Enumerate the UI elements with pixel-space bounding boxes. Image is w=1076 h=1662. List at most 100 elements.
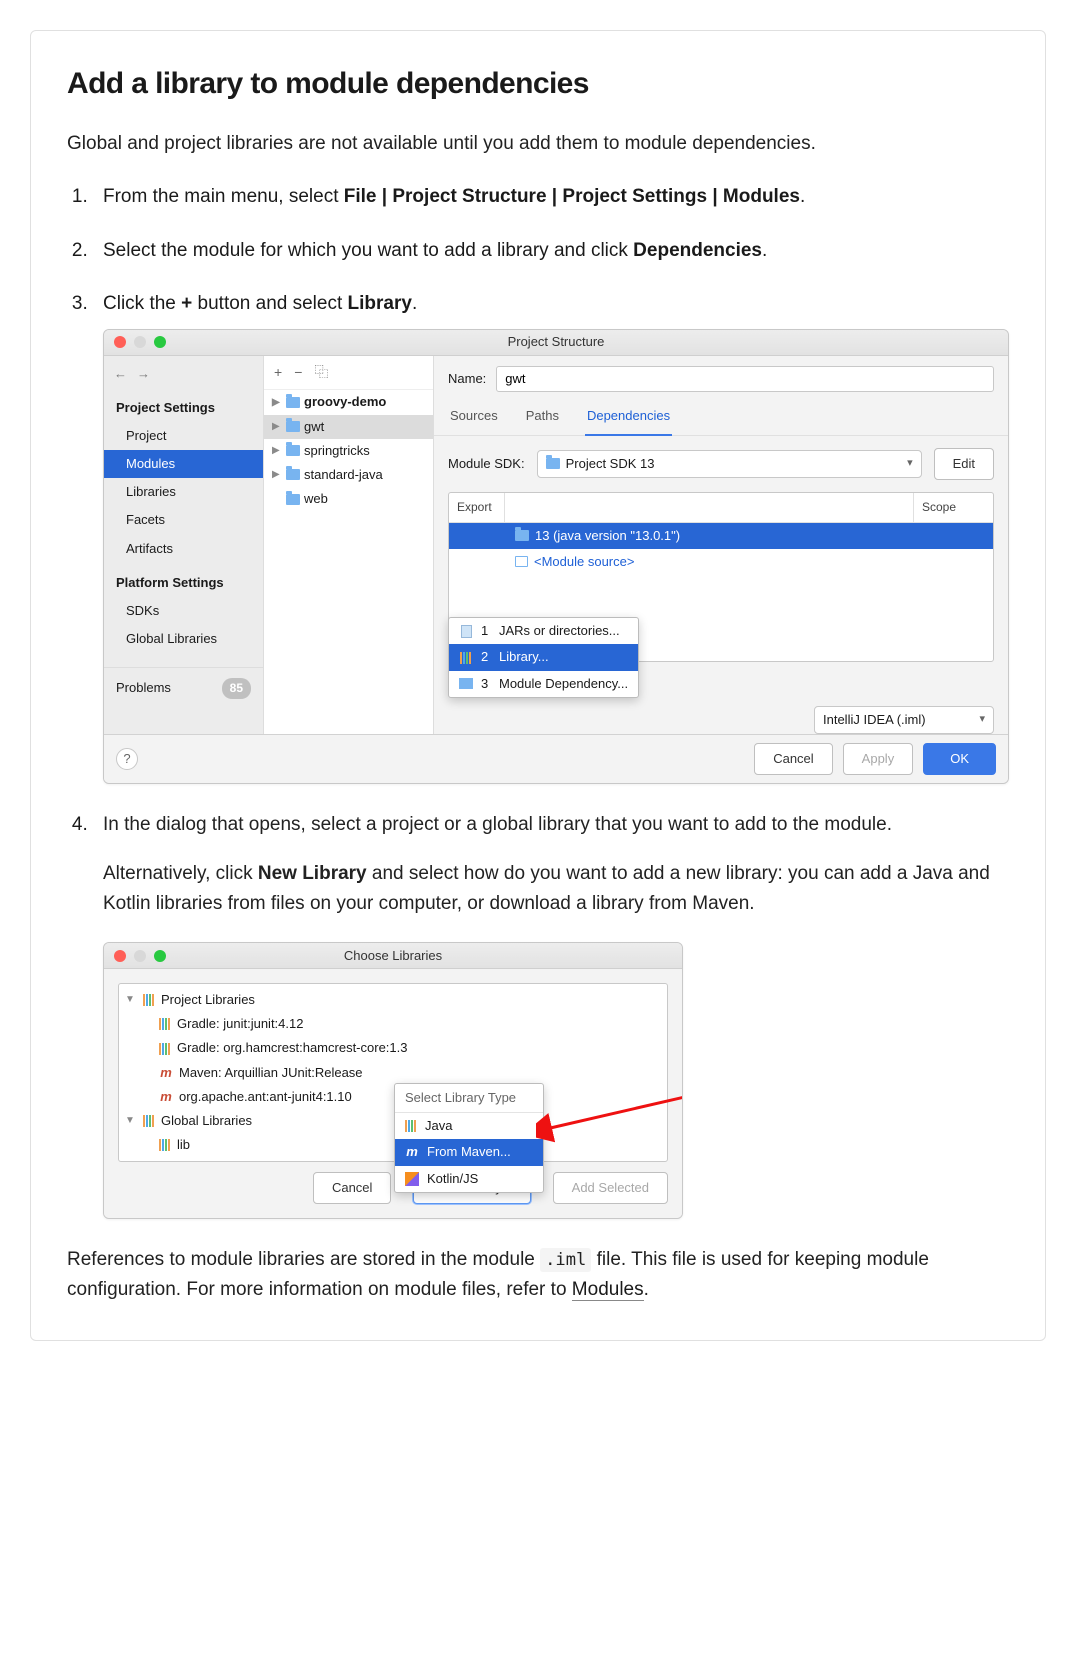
titlebar: Project Structure [104, 330, 1008, 356]
closing-a: References to module libraries are store… [67, 1249, 540, 1270]
module-springtricks[interactable]: ▶ springtricks [264, 439, 433, 463]
zoom-icon[interactable] [154, 336, 166, 348]
forward-icon[interactable]: → [137, 364, 150, 384]
library-icon [159, 1139, 171, 1151]
library-group-icon [143, 1115, 155, 1127]
expand-icon[interactable]: ▶ [272, 443, 282, 459]
zoom-icon[interactable] [154, 950, 166, 962]
sdk-value: Project SDK 13 [566, 454, 655, 474]
group-global-libraries[interactable]: ▼ Global Libraries [119, 1109, 667, 1133]
ok-button[interactable]: OK [923, 743, 996, 775]
modules-link[interactable]: Modules [572, 1279, 644, 1301]
nav-item-problems[interactable]: Problems 85 [104, 667, 263, 709]
module-gwt[interactable]: ▶ gwt [264, 415, 433, 439]
nav-item-libraries[interactable]: Libraries [104, 478, 263, 506]
expand-icon[interactable]: ▶ [272, 467, 282, 483]
nav-item-global-libraries[interactable]: Global Libraries [104, 625, 263, 653]
type-from-maven[interactable]: m From Maven... [395, 1139, 543, 1165]
module-icon [286, 494, 300, 505]
nav-item-facets[interactable]: Facets [104, 506, 263, 534]
module-groovy-demo[interactable]: ▶ groovy-demo [264, 390, 433, 414]
type-label: Kotlin/JS [427, 1169, 478, 1189]
popup-module-dep[interactable]: 3 Module Dependency... [449, 671, 638, 697]
close-icon[interactable] [114, 950, 126, 962]
collapse-icon[interactable]: ▼ [125, 992, 137, 1008]
close-icon[interactable] [114, 336, 126, 348]
tab-paths[interactable]: Paths [524, 400, 561, 435]
popup-jars[interactable]: 1 JARs or directories... [449, 618, 638, 644]
step-4: In the dialog that opens, select a proje… [93, 810, 1009, 1219]
type-kotlin-js[interactable]: Kotlin/JS [395, 1166, 543, 1192]
expand-icon[interactable]: ▶ [272, 395, 282, 411]
module-label: web [304, 489, 328, 509]
storage-format-select[interactable]: IntelliJ IDEA (.iml) [814, 706, 994, 734]
tab-sources[interactable]: Sources [448, 400, 500, 435]
nav-item-sdks[interactable]: SDKs [104, 597, 263, 625]
minimize-icon[interactable] [134, 336, 146, 348]
nav-item-project[interactable]: Project [104, 422, 263, 450]
step-1-prefix: From the main menu, select [103, 186, 344, 207]
cancel-button[interactable]: Cancel [754, 743, 832, 775]
nav-item-modules[interactable]: Modules [104, 450, 263, 478]
collapse-icon[interactable]: ▼ [125, 1113, 137, 1129]
group-project-libraries[interactable]: ▼ Project Libraries [119, 988, 667, 1012]
steps-list: From the main menu, select File | Projec… [67, 182, 1009, 1219]
nav-item-artifacts[interactable]: Artifacts [104, 535, 263, 563]
remove-module-icon[interactable]: − [294, 362, 302, 384]
sdk-select[interactable]: Project SDK 13 [537, 450, 922, 478]
closing-paragraph: References to module libraries are store… [67, 1245, 1009, 1304]
lib-global-lib[interactable]: lib [119, 1133, 667, 1157]
minimize-icon[interactable] [134, 950, 146, 962]
type-java[interactable]: Java [395, 1113, 543, 1139]
format-value: IntelliJ IDEA (.iml) [823, 710, 926, 730]
step-4-line2: Alternatively, click New Library and sel… [103, 859, 1009, 918]
iml-code: .iml [540, 1248, 591, 1272]
library-group-icon [143, 994, 155, 1006]
popup-library[interactable]: 2 Library... [449, 644, 638, 670]
edit-sdk-button[interactable]: Edit [934, 448, 994, 480]
add-selected-button[interactable]: Add Selected [553, 1172, 668, 1204]
step-1: From the main menu, select File | Projec… [93, 182, 1009, 211]
step-4-line2-a: Alternatively, click [103, 863, 258, 884]
lib-ant-junit[interactable]: m org.apache.ant:ant-junit4:1.10 [119, 1085, 667, 1109]
group-label: Project Libraries [161, 990, 255, 1010]
dep-row-sdk[interactable]: 13 (java version "13.0.1") [449, 523, 993, 549]
problems-count-badge: 85 [222, 678, 251, 699]
module-web[interactable]: ▶ web [264, 487, 433, 511]
lib-junit[interactable]: Gradle: junit:junit:4.12 [119, 1012, 667, 1036]
dialog-title: Project Structure [508, 332, 605, 352]
name-field[interactable] [496, 366, 994, 392]
module-icon [286, 397, 300, 408]
copy-module-icon[interactable]: ⿻ [314, 362, 328, 384]
popup-label: Module Dependency... [499, 674, 628, 694]
section-heading: Add a library to module dependencies [67, 67, 1009, 101]
module-icon [286, 445, 300, 456]
add-module-icon[interactable]: + [274, 362, 282, 384]
lib-arquillian[interactable]: m Maven: Arquillian JUnit:Release [119, 1061, 667, 1085]
library-icon [159, 1043, 171, 1055]
expand-icon[interactable]: ▶ [272, 419, 282, 435]
traffic-lights [114, 950, 166, 962]
sdk-icon [515, 530, 529, 541]
settings-nav: ← → Project Settings Project Modules Lib… [104, 356, 264, 734]
back-icon[interactable]: ← [114, 364, 127, 384]
cancel-button[interactable]: Cancel [313, 1172, 391, 1204]
module-standard-java[interactable]: ▶ standard-java [264, 463, 433, 487]
step-3-mid: button and select [192, 293, 347, 314]
library-icon [460, 652, 472, 664]
col-scope: Scope [913, 493, 993, 522]
help-button[interactable]: ? [116, 748, 138, 770]
maven-icon: m [159, 1063, 173, 1083]
module-tree: + − ⿻ ▶ groovy-demo ▶ gwt [264, 356, 434, 734]
editor-tabs: Sources Paths Dependencies [434, 398, 1008, 436]
col-export: Export [449, 493, 505, 522]
tab-dependencies[interactable]: Dependencies [585, 400, 672, 436]
step-1-bold: File | Project Structure | Project Setti… [344, 186, 800, 207]
lib-label: Gradle: junit:junit:4.12 [177, 1014, 303, 1034]
maven-icon: m [405, 1142, 419, 1162]
dialog-title: Choose Libraries [344, 946, 442, 966]
library-icon [405, 1120, 417, 1132]
lib-hamcrest[interactable]: Gradle: org.hamcrest:hamcrest-core:1.3 [119, 1036, 667, 1060]
apply-button[interactable]: Apply [843, 743, 914, 775]
dep-row-module-source[interactable]: <Module source> [449, 549, 993, 575]
